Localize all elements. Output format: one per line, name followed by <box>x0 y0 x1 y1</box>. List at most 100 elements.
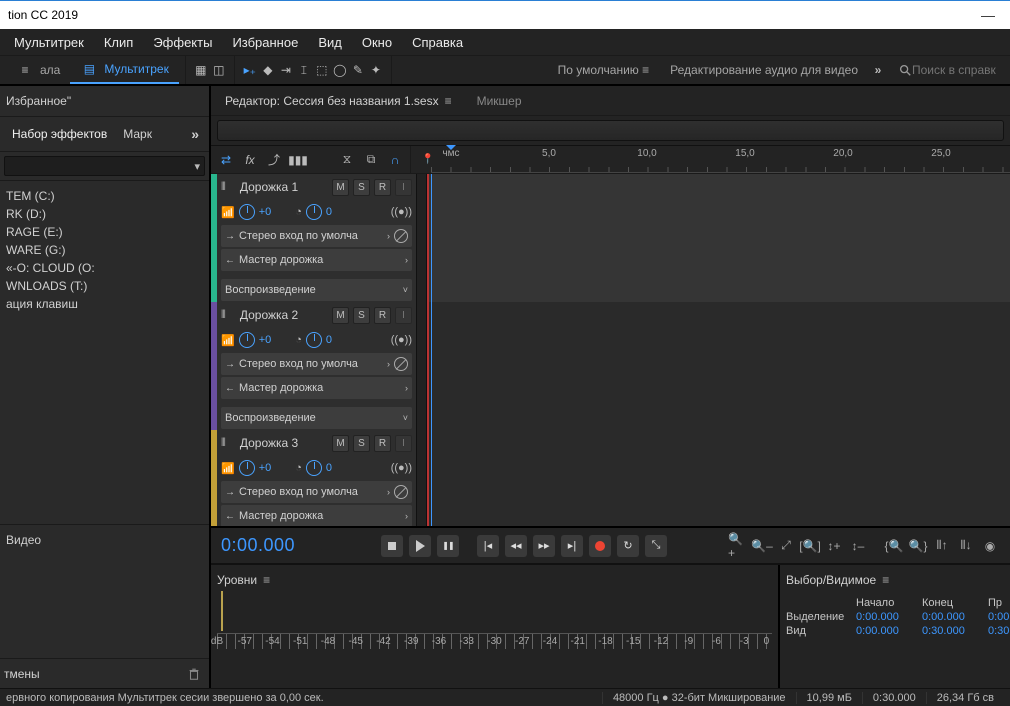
list-item[interactable]: WARE (G:) <box>0 241 209 259</box>
menu-multitrack[interactable]: Мультитрек <box>4 31 94 54</box>
broadcast-icon[interactable]: ((●)) <box>391 462 412 474</box>
tab-effect-rack[interactable]: Набор эффектов <box>4 123 115 145</box>
track-input-select[interactable]: → Стерео вход по умолча › <box>221 225 412 247</box>
view-dur-value[interactable]: 0:30 <box>988 625 1010 637</box>
favorites-header[interactable]: Избранное" <box>0 86 209 117</box>
lasso-icon[interactable]: ◯ <box>331 61 349 79</box>
waveform-view-tab[interactable]: ≡ ала <box>6 56 70 84</box>
view-end-value[interactable]: 0:30.000 <box>922 625 980 637</box>
track-lane[interactable] <box>429 302 1010 430</box>
mute-button[interactable]: M <box>332 179 349 196</box>
goto-start-button[interactable]: |◂ <box>477 535 499 557</box>
timecode-display[interactable]: 0:00.000 <box>221 535 381 556</box>
no-input-icon[interactable] <box>394 485 408 499</box>
mute-button[interactable]: M <box>332 435 349 452</box>
list-item[interactable]: ация клавиш <box>0 295 209 313</box>
track-input-select[interactable]: → Стерео вход по умолча › <box>221 353 412 375</box>
volume-value[interactable]: +0 <box>259 334 272 346</box>
sel-start-value[interactable]: 0:00.000 <box>856 611 914 623</box>
marquee-icon[interactable]: ⬚ <box>313 61 331 79</box>
monitor-button[interactable]: I <box>395 435 412 452</box>
volume-value[interactable]: +0 <box>259 462 272 474</box>
list-item[interactable]: RK (D:) <box>0 205 209 223</box>
zoom-amp-in-icon[interactable]: ⦀↑ <box>932 536 952 556</box>
pan-knob[interactable] <box>306 204 322 220</box>
brush-icon[interactable]: ✎ <box>349 61 367 79</box>
list-item[interactable]: WNLOADS (T:) <box>0 277 209 295</box>
pan-knob[interactable] <box>306 460 322 476</box>
rewind-button[interactable]: ◂◂ <box>505 535 527 557</box>
pan-value[interactable]: 0 <box>326 206 332 218</box>
selection-menu-icon[interactable] <box>882 573 894 587</box>
loop-button[interactable]: ↻ <box>617 535 639 557</box>
sends-icon[interactable]: ⤴ <box>265 151 283 169</box>
play-button[interactable] <box>409 535 431 557</box>
no-input-icon[interactable] <box>394 229 408 243</box>
track-output-select[interactable]: ← Мастер дорожка › <box>221 249 412 271</box>
volume-value[interactable]: +0 <box>259 206 272 218</box>
track-output-select[interactable]: ← Мастер дорожка › <box>221 505 412 527</box>
time-ruler[interactable]: 📍 чмс 5,0 10,0 15,0 20,0 25,0 <box>411 146 1010 173</box>
magnet-icon[interactable]: ∩ <box>386 151 404 169</box>
skip-selection-button[interactable]: ⤡ <box>645 535 667 557</box>
menu-view[interactable]: Вид <box>308 31 352 54</box>
pitch-display-icon[interactable]: ◫ <box>210 61 228 79</box>
zoom-amp-out-icon[interactable]: ⦀↓ <box>956 536 976 556</box>
zoom-in-point-icon[interactable]: {🔍 <box>884 536 904 556</box>
pan-knob[interactable] <box>306 332 322 348</box>
track-lane[interactable] <box>429 174 1010 302</box>
search-input[interactable] <box>912 63 1002 77</box>
monitor-button[interactable]: I <box>395 179 412 196</box>
toggle-fx-icon[interactable]: ⇄ <box>217 151 235 169</box>
zoom-selection-icon[interactable]: [🔍] <box>800 536 820 556</box>
snap-icon[interactable]: ⧉ <box>362 151 380 169</box>
solo-button[interactable]: S <box>353 307 370 324</box>
track-mode-select[interactable]: Воспроизведение ˅ <box>221 407 412 429</box>
sel-end-value[interactable]: 0:00.000 <box>922 611 980 623</box>
monitor-button[interactable]: I <box>395 307 412 324</box>
track-mode-select[interactable]: Воспроизведение ˅ <box>221 279 412 301</box>
metronome-icon[interactable]: ⧖ <box>338 151 356 169</box>
record-arm-button[interactable]: R <box>374 307 391 324</box>
track-lane[interactable] <box>429 430 1010 528</box>
pan-value[interactable]: 0 <box>326 334 332 346</box>
multitrack-view-tab[interactable]: ▤ Мультитрек <box>70 56 178 84</box>
record-arm-button[interactable]: R <box>374 435 391 452</box>
slip-tool-icon[interactable]: ⇥ <box>277 61 295 79</box>
zoom-in-icon[interactable]: 🔍+ <box>728 536 748 556</box>
more-tabs-icon[interactable]: » <box>185 126 205 142</box>
menu-help[interactable]: Справка <box>402 31 473 54</box>
trash-icon[interactable] <box>187 667 201 681</box>
track-input-select[interactable]: → Стерео вход по умолча › <box>221 481 412 503</box>
menu-window[interactable]: Окно <box>352 31 402 54</box>
undo-history-label[interactable]: тмены <box>4 667 40 681</box>
move-tool-icon[interactable]: ▸₊ <box>241 61 259 79</box>
eq-icon[interactable]: ▮▮▮ <box>289 151 307 169</box>
heal-icon[interactable]: ✦ <box>367 61 385 79</box>
zoom-reset-icon[interactable]: ◉ <box>980 536 1000 556</box>
volume-knob[interactable] <box>239 204 255 220</box>
fx-icon[interactable]: fx <box>241 151 259 169</box>
video-panel-header[interactable]: Видео <box>0 524 209 558</box>
pan-value[interactable]: 0 <box>326 462 332 474</box>
search-help[interactable] <box>890 63 1010 77</box>
zoom-vert-out-icon[interactable]: ↕– <box>848 536 868 556</box>
view-start-value[interactable]: 0:00.000 <box>856 625 914 637</box>
workspace-default[interactable]: По умолчанию <box>550 63 663 77</box>
editor-tab-menu-icon[interactable] <box>445 94 457 108</box>
broadcast-icon[interactable]: ((●)) <box>391 206 412 218</box>
track-name[interactable]: Дорожка 1 <box>230 180 328 194</box>
list-item[interactable]: «-O: CLOUD (O: <box>0 259 209 277</box>
volume-knob[interactable] <box>239 460 255 476</box>
tab-markers[interactable]: Марк <box>115 123 160 145</box>
menu-clip[interactable]: Клип <box>94 31 143 54</box>
goto-end-button[interactable]: ▸| <box>561 535 583 557</box>
playhead-line[interactable] <box>431 174 432 526</box>
forward-button[interactable]: ▸▸ <box>533 535 555 557</box>
minimize-button[interactable]: — <box>974 7 1002 23</box>
zoom-out-point-icon[interactable]: 🔍} <box>908 536 928 556</box>
track-name[interactable]: Дорожка 3 <box>230 436 328 450</box>
track-name[interactable]: Дорожка 2 <box>230 308 328 322</box>
mixer-tab[interactable]: Микшер <box>467 90 532 112</box>
zoom-out-icon[interactable]: 🔍– <box>752 536 772 556</box>
